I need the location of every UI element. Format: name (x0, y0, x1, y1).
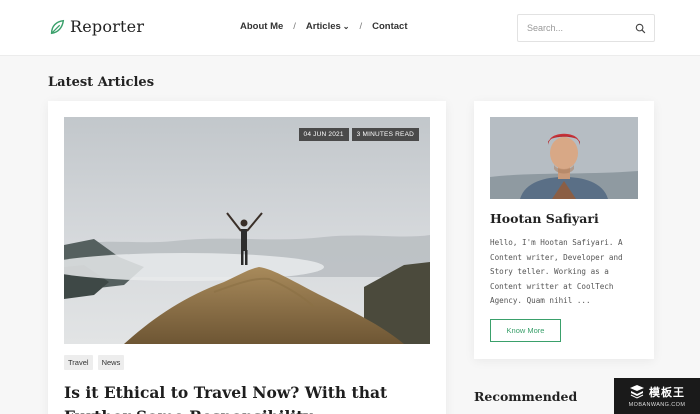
tag-travel[interactable]: Travel (64, 355, 93, 370)
watermark-top: 模板王 (629, 384, 685, 400)
author-bio: Hello, I'm Hootan Safiyari. A Content wr… (490, 238, 623, 306)
nav-about-me[interactable]: About Me (240, 21, 283, 32)
leaf-logo-icon (50, 19, 65, 34)
article-title[interactable]: Is it Ethical to Travel Now? With that F… (64, 381, 434, 414)
watermark-brand: 模板王 (649, 386, 685, 399)
logo-text: Reporter (70, 17, 145, 36)
article-image[interactable]: 04 JUN 2021 3 MINUTES READ (64, 117, 430, 344)
site-header: Reporter About Me / Articles ⌄ / Contact (0, 0, 700, 56)
author-card: Hootan Safiyari Hello, I'm Hootan Safiya… (474, 101, 654, 359)
article-card: 04 JUN 2021 3 MINUTES READ Travel News I… (48, 101, 446, 414)
author-name: Hootan Safiyari (490, 211, 599, 226)
search-box (517, 14, 655, 42)
author-photo (490, 117, 638, 199)
recommended-heading: Recommended (474, 389, 578, 404)
main-nav: About Me / Articles ⌄ / Contact (240, 21, 408, 32)
search-icon[interactable] (635, 23, 646, 34)
search-input[interactable] (518, 15, 626, 41)
article-tags: Travel News (64, 355, 125, 370)
section-title: Latest Articles (48, 75, 155, 90)
nav-separator: / (293, 21, 296, 32)
nav-articles-label: Articles (305, 21, 341, 32)
watermark-url: MOBANWANG.COM (628, 402, 686, 408)
chevron-down-icon: ⌄ (342, 22, 350, 31)
watermark-logo-icon (630, 385, 644, 399)
logo[interactable]: Reporter (48, 17, 144, 36)
mountain-scene (64, 117, 430, 344)
article-date: 04 JUN 2021 (298, 128, 349, 141)
article-meta: 04 JUN 2021 3 MINUTES READ (298, 128, 419, 141)
nav-articles[interactable]: Articles ⌄ (306, 21, 350, 32)
know-more-button[interactable]: Know More (490, 319, 561, 342)
tag-news[interactable]: News (97, 355, 125, 370)
watermark: 模板王 MOBANWANG.COM (614, 378, 700, 414)
nav-contact[interactable]: Contact (372, 21, 407, 32)
author-portrait (490, 117, 638, 199)
nav-separator: / (359, 21, 363, 32)
article-read-time: 3 MINUTES READ (351, 128, 419, 141)
